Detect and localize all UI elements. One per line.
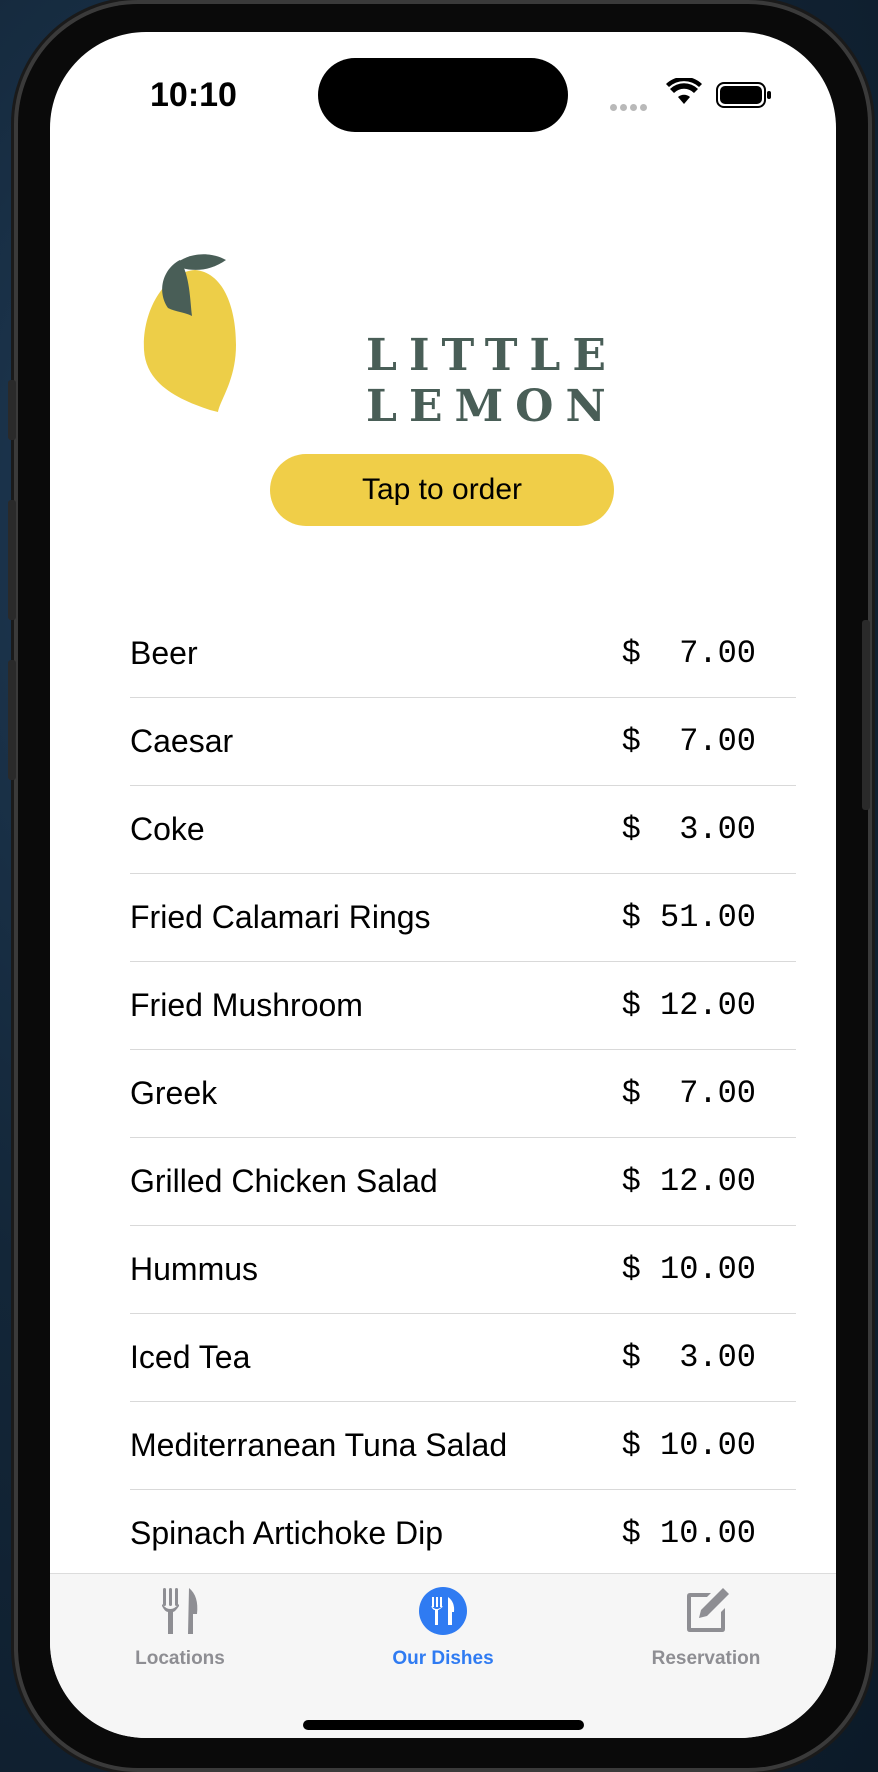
side-button-volume-down [8,660,16,780]
menu-item-fried-mushroom[interactable]: Fried Mushroom $ 12.00 [130,962,796,1050]
side-button-power [862,620,870,810]
menu-item-greek[interactable]: Greek $ 7.00 [130,1050,796,1138]
menu-item-name: Coke [130,811,205,847]
menu-item-price: $ 10.00 [621,1427,756,1464]
tab-reservation[interactable]: Reservation [606,1584,806,1684]
tab-locations[interactable]: Locations [80,1584,280,1684]
menu-item-hummus[interactable]: Hummus $ 10.00 [130,1226,796,1314]
menu-item-price: $ 12.00 [621,1163,756,1200]
menu-item-mediterranean-tuna-salad[interactable]: Mediterranean Tuna Salad $ 10.00 [130,1402,796,1490]
cellular-signal-icon [610,98,652,111]
menu-item-name: Beer [130,635,198,671]
menu-item-price: $ 7.00 [621,723,756,760]
tab-our-dishes[interactable]: Our Dishes [343,1584,543,1684]
menu-item-price: $ 7.00 [621,1075,756,1112]
tap-to-order-button[interactable]: Tap to order [270,454,614,526]
menu-item-price: $ 3.00 [621,811,756,848]
menu-item-price: $ 7.00 [621,635,756,672]
menu-item-price: $ 51.00 [621,899,756,936]
status-time: 10:10 [150,76,237,114]
side-button-action [8,380,16,440]
menu-list: Beer $ 7.00 Caesar $ 7.00 Coke $ 3.00 Fr… [130,610,796,1578]
menu-item-beer[interactable]: Beer $ 7.00 [130,610,796,698]
menu-item-name: Grilled Chicken Salad [130,1163,438,1199]
tab-label: Locations [135,1648,225,1669]
battery-icon [716,82,771,108]
fork-knife-icon [162,1588,198,1634]
menu-item-name: Hummus [130,1251,259,1287]
app-screen: 10:10 LITTLE LEMON Tap to order Beer $ 7… [50,32,836,1738]
menu-item-price: $ 10.00 [621,1251,756,1288]
menu-item-name: Caesar [130,723,234,759]
menu-item-name: Mediterranean Tuna Salad [130,1427,508,1463]
menu-item-fried-calamari-rings[interactable]: Fried Calamari Rings $ 51.00 [130,874,796,962]
dynamic-island [318,58,568,132]
tab-label: Our Dishes [392,1648,494,1669]
tab-label: Reservation [651,1648,761,1669]
side-button-volume-up [8,500,16,620]
menu-item-name: Greek [130,1075,218,1111]
menu-item-grilled-chicken-salad[interactable]: Grilled Chicken Salad $ 12.00 [130,1138,796,1226]
menu-item-coke[interactable]: Coke $ 3.00 [130,786,796,874]
status-bar: 10:10 [50,32,836,162]
menu-item-name: Fried Calamari Rings [130,899,431,935]
menu-item-iced-tea[interactable]: Iced Tea $ 3.00 [130,1314,796,1402]
home-indicator [303,1720,584,1730]
menu-item-spinach-artichoke-dip[interactable]: Spinach Artichoke Dip $ 10.00 [130,1490,796,1578]
square-pencil-icon [687,1588,729,1632]
little-lemon-logo: LITTLE LEMON [140,250,800,432]
lemon-icon [143,254,236,412]
menu-item-name: Spinach Artichoke Dip [130,1515,444,1551]
menu-item-price: $ 10.00 [621,1515,756,1552]
wifi-icon [666,78,702,104]
brand-name: LITTLE LEMON [366,330,618,432]
fork-knife-circle-icon [419,1587,467,1635]
menu-item-name: Fried Mushroom [130,987,363,1023]
menu-item-price: $ 3.00 [621,1339,756,1376]
tab-bar: Locations Our Dishes Reservation [50,1573,836,1738]
menu-item-price: $ 12.00 [621,987,756,1024]
menu-item-name: Iced Tea [130,1339,251,1375]
menu-item-caesar[interactable]: Caesar $ 7.00 [130,698,796,786]
